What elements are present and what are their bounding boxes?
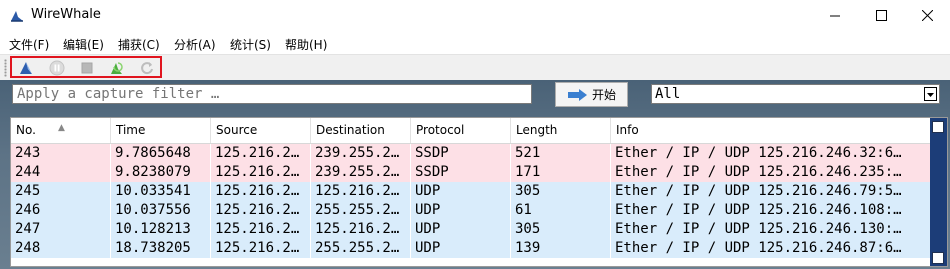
reopen-capture-button[interactable] bbox=[109, 60, 125, 76]
cell-info: Ether / IP / UDP 125.216.246.87:6… bbox=[611, 239, 931, 258]
restart-capture-icon bbox=[141, 62, 153, 75]
cell-protocol: UDP bbox=[411, 182, 511, 201]
cell-no: 247 bbox=[11, 220, 111, 239]
title-bar: WireWhale bbox=[0, 0, 950, 31]
table-row[interactable]: 245 10.033541 125.216.2… 125.216.2… UDP … bbox=[11, 182, 931, 201]
pause-capture-button[interactable] bbox=[49, 60, 65, 76]
cell-destination: 255.255.2… bbox=[311, 201, 411, 220]
restart-capture-button[interactable] bbox=[139, 60, 155, 76]
cell-info: Ether / IP / UDP 125.216.246.32:6… bbox=[611, 144, 931, 163]
cell-no: 248 bbox=[11, 239, 111, 258]
start-capture-button[interactable] bbox=[18, 60, 34, 76]
packet-table: ▲ No. Time Source Destination Protocol L… bbox=[10, 117, 948, 267]
reopen-capture-icon bbox=[111, 62, 123, 74]
table-row[interactable]: 244 9.8238079 125.216.2… 239.255.2… SSDP… bbox=[11, 163, 931, 182]
cell-protocol: SSDP bbox=[411, 163, 511, 182]
pause-capture-icon bbox=[49, 60, 65, 76]
dropdown-arrow-icon[interactable] bbox=[924, 87, 937, 101]
cell-time: 9.8238079 bbox=[111, 163, 211, 182]
capture-filter-input[interactable] bbox=[12, 84, 532, 104]
cell-length: 171 bbox=[511, 163, 611, 182]
column-header-source[interactable]: Source bbox=[211, 118, 311, 143]
cell-source: 125.216.2… bbox=[211, 220, 311, 239]
column-header-info[interactable]: Info bbox=[611, 118, 931, 143]
table-row[interactable]: 243 9.7865648 125.216.2… 239.255.2… SSDP… bbox=[11, 144, 931, 163]
menu-capture[interactable]: 捕获(C) bbox=[118, 36, 160, 53]
table-row[interactable]: 248 18.738205 125.216.2… 255.255.2… UDP … bbox=[11, 239, 931, 258]
sort-ascending-icon: ▲ bbox=[58, 123, 65, 133]
cell-no: 245 bbox=[11, 182, 111, 201]
cell-source: 125.216.2… bbox=[211, 239, 311, 258]
stop-capture-button[interactable] bbox=[79, 60, 95, 76]
cell-length: 305 bbox=[511, 220, 611, 239]
menu-help[interactable]: 帮助(H) bbox=[285, 36, 327, 53]
menu-bar: 文件(F) 编辑(E) 捕获(C) 分析(A) 统计(S) 帮助(H) bbox=[0, 32, 950, 54]
column-header-protocol[interactable]: Protocol bbox=[411, 118, 511, 143]
cell-destination: 125.216.2… bbox=[311, 182, 411, 201]
maximize-icon bbox=[875, 10, 887, 21]
start-button[interactable]: 开始 bbox=[555, 82, 628, 107]
column-header-length[interactable]: Length bbox=[511, 118, 611, 143]
scroll-down-icon[interactable] bbox=[932, 252, 944, 264]
protocol-select-value: All bbox=[655, 86, 681, 102]
cell-time: 10.033541 bbox=[111, 182, 211, 201]
cell-no: 243 bbox=[11, 144, 111, 163]
shark-fin-icon bbox=[9, 8, 25, 24]
cell-length: 305 bbox=[511, 182, 611, 201]
close-button[interactable] bbox=[904, 0, 950, 31]
cell-length: 521 bbox=[511, 144, 611, 163]
cell-no: 244 bbox=[11, 163, 111, 182]
menu-file[interactable]: 文件(F) bbox=[9, 36, 49, 53]
column-header-no[interactable]: ▲ No. bbox=[11, 118, 111, 143]
menu-analyze[interactable]: 分析(A) bbox=[174, 36, 216, 53]
toolbar-grip[interactable] bbox=[4, 59, 7, 77]
cell-destination: 125.216.2… bbox=[311, 220, 411, 239]
minimize-icon bbox=[830, 15, 840, 16]
minimize-button[interactable] bbox=[812, 0, 858, 31]
scroll-up-icon[interactable] bbox=[932, 121, 944, 133]
cell-info: Ether / IP / UDP 125.216.246.79:5… bbox=[611, 182, 931, 201]
cell-length: 61 bbox=[511, 201, 611, 220]
menu-edit[interactable]: 编辑(E) bbox=[63, 36, 104, 53]
start-button-label: 开始 bbox=[592, 88, 617, 102]
arrow-right-icon bbox=[568, 88, 587, 101]
cell-time: 10.037556 bbox=[111, 201, 211, 220]
cell-protocol: UDP bbox=[411, 239, 511, 258]
cell-info: Ether / IP / UDP 125.216.246.108:… bbox=[611, 201, 931, 220]
cell-time: 9.7865648 bbox=[111, 144, 211, 163]
column-header-time[interactable]: Time bbox=[111, 118, 211, 143]
cell-length: 139 bbox=[511, 239, 611, 258]
table-row[interactable]: 247 10.128213 125.216.2… 125.216.2… UDP … bbox=[11, 220, 931, 239]
main-content: 开始 All ▲ No. Time Source Destination Pro… bbox=[0, 80, 950, 269]
cell-destination: 239.255.2… bbox=[311, 163, 411, 182]
cell-destination: 255.255.2… bbox=[311, 239, 411, 258]
cell-info: Ether / IP / UDP 125.216.246.235:… bbox=[611, 163, 931, 182]
cell-time: 10.128213 bbox=[111, 220, 211, 239]
table-header: ▲ No. Time Source Destination Protocol L… bbox=[11, 118, 931, 144]
vertical-scrollbar[interactable] bbox=[930, 118, 947, 266]
column-header-destination[interactable]: Destination bbox=[311, 118, 411, 143]
protocol-select[interactable]: All bbox=[651, 84, 940, 104]
table-row[interactable]: 246 10.037556 125.216.2… 255.255.2… UDP … bbox=[11, 201, 931, 220]
cell-destination: 239.255.2… bbox=[311, 144, 411, 163]
cell-protocol: SSDP bbox=[411, 144, 511, 163]
cell-protocol: UDP bbox=[411, 220, 511, 239]
menu-statistics[interactable]: 统计(S) bbox=[230, 36, 271, 53]
close-icon bbox=[921, 10, 933, 21]
start-capture-icon bbox=[20, 62, 32, 74]
stop-capture-icon bbox=[81, 62, 93, 74]
toolbar bbox=[0, 54, 950, 81]
cell-time: 18.738205 bbox=[111, 239, 211, 258]
cell-protocol: UDP bbox=[411, 201, 511, 220]
cell-source: 125.216.2… bbox=[211, 201, 311, 220]
window-title: WireWhale bbox=[31, 7, 101, 22]
cell-info: Ether / IP / UDP 125.216.246.130:… bbox=[611, 220, 931, 239]
maximize-button[interactable] bbox=[858, 0, 904, 31]
cell-no: 246 bbox=[11, 201, 111, 220]
cell-source: 125.216.2… bbox=[211, 144, 311, 163]
cell-source: 125.216.2… bbox=[211, 182, 311, 201]
cell-source: 125.216.2… bbox=[211, 163, 311, 182]
